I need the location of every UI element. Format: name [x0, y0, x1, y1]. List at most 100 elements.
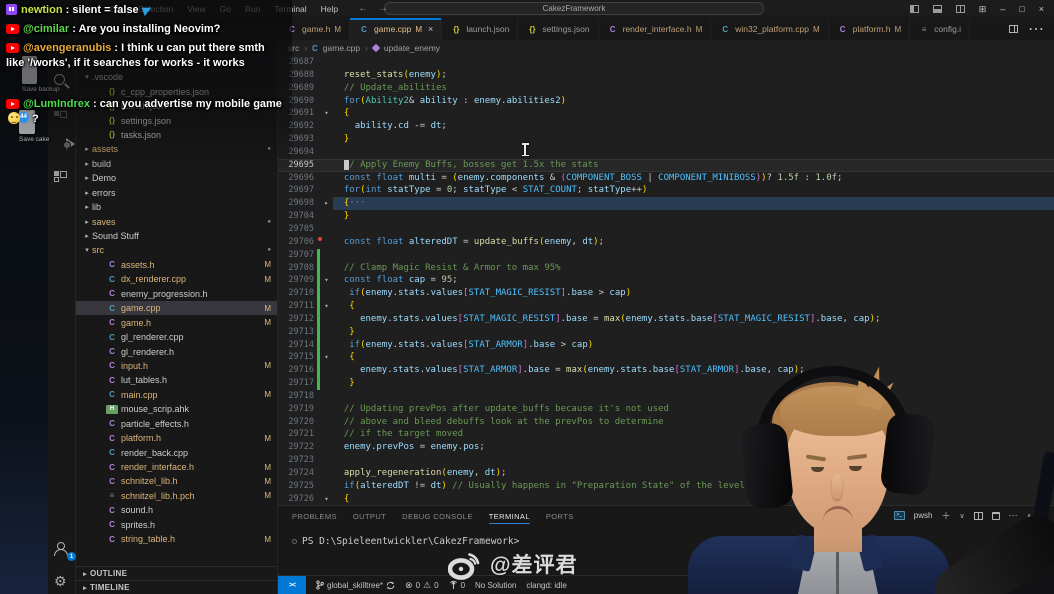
- breadcrumb-file[interactable]: game.cpp: [323, 43, 360, 53]
- editor-more-actions-icon[interactable]: ⋯: [1028, 19, 1044, 39]
- remote-indicator[interactable]: ><: [278, 576, 306, 594]
- tree-file-schnitzel_lib.h[interactable]: Cschnitzel_lib.h M: [76, 474, 277, 488]
- folder-chevron-icon[interactable]: ▾: [82, 246, 92, 254]
- menu-run[interactable]: Run: [239, 2, 267, 16]
- code-line-29690[interactable]: 29690 for(Ability2& ability : enemy.abil…: [278, 95, 1054, 108]
- tree-file-sound.h[interactable]: Csound.h: [76, 503, 277, 517]
- tree-file-render_back.cpp[interactable]: Crender_back.cpp: [76, 445, 277, 459]
- code-line-29687[interactable]: 29687: [278, 56, 1054, 69]
- tree-file-schnitzel_lib.h.pch[interactable]: ≡ schnitzel_lib.h.pch M: [76, 489, 277, 503]
- tree-folder-Sound Stuff[interactable]: ▸ Sound Stuff: [76, 229, 277, 243]
- breadcrumb[interactable]: src › C game.cpp › update_enemy: [278, 40, 1054, 56]
- tree-file-gl_renderer.cpp[interactable]: Cgl_renderer.cpp: [76, 330, 277, 344]
- code-line-29724[interactable]: 29724 apply_regeneration(enemy, dt);: [278, 467, 1054, 480]
- toggle-splitview-icon[interactable]: [955, 5, 965, 13]
- panel-tab-terminal[interactable]: TERMINAL: [488, 506, 531, 526]
- code-line-29693[interactable]: 29693 }: [278, 133, 1054, 146]
- folder-chevron-icon[interactable]: ▸: [82, 174, 92, 182]
- menu-edit[interactable]: Edit: [104, 2, 131, 16]
- code-line-29711[interactable]: 29711 ▾ {: [278, 300, 1054, 313]
- code-line-29696[interactable]: 29696 const float multi = (enemy.compone…: [278, 172, 1054, 185]
- fold-chevron-icon[interactable]: ▸: [320, 197, 333, 210]
- code-line-29719[interactable]: 29719 // Updating prevPos after update_b…: [278, 403, 1054, 416]
- search-icon[interactable]: [54, 74, 70, 90]
- clangd-status-item[interactable]: clangd: idle: [526, 581, 566, 590]
- more-actions-icon[interactable]: ⋯: [1009, 510, 1018, 521]
- back-arrow-icon[interactable]: ←: [358, 3, 368, 14]
- settings-gear-icon[interactable]: ⚙: [54, 574, 70, 590]
- code-line-29698[interactable]: 29698 ▸ {···: [278, 197, 1054, 211]
- menu-go[interactable]: Go: [214, 2, 237, 16]
- tab-launch.json[interactable]: {} launch.json: [442, 18, 519, 40]
- code-line-29706[interactable]: 29706 const float alteredDT = update_buf…: [278, 236, 1054, 249]
- code-editor[interactable]: 29687 29688 reset_stats(enemy); 29689 // U…: [278, 56, 1054, 505]
- run-debug-icon[interactable]: [54, 138, 75, 154]
- folder-chevron-icon[interactable]: ▸: [82, 203, 92, 211]
- code-line-29697[interactable]: 29697 for(int statType = 0; statType < S…: [278, 184, 1054, 197]
- git-branch-item[interactable]: global_skilltree*: [316, 580, 395, 590]
- ports-item[interactable]: 0: [449, 580, 465, 590]
- fold-chevron-icon[interactable]: ▾: [320, 300, 333, 313]
- code-line-29718[interactable]: 29718: [278, 390, 1054, 403]
- tree-file-settings.json[interactable]: {} settings.json: [76, 113, 277, 127]
- menu-selection[interactable]: Selection: [132, 2, 179, 16]
- code-line-29709[interactable]: 29709 ▾ const float cap = 95;: [278, 274, 1054, 288]
- terminal-dropdown-icon[interactable]: ∨: [959, 512, 964, 520]
- panel-tab-output[interactable]: OUTPUT: [353, 506, 386, 526]
- tree-folder-errors[interactable]: ▸ errors: [76, 186, 277, 200]
- panel-tab-ports[interactable]: PORTS: [546, 506, 574, 526]
- tree-file-launch.json[interactable]: {} launch.json: [76, 99, 277, 113]
- tab-render_interface.h[interactable]: Crender_interface.h M: [598, 18, 712, 40]
- tree-file-lut_tables.h[interactable]: Clut_tables.h: [76, 373, 277, 387]
- customize-layout-icon[interactable]: ⊞: [979, 4, 987, 15]
- tree-folder-.vscode[interactable]: ▾ .vscode: [76, 70, 277, 84]
- tree-folder-src[interactable]: ▾ src ●: [76, 243, 277, 257]
- tree-file-render_interface.h[interactable]: Crender_interface.h M: [76, 460, 277, 474]
- close-button[interactable]: ×: [1039, 4, 1044, 14]
- code-line-29723[interactable]: 29723: [278, 454, 1054, 467]
- code-line-29705[interactable]: 29705: [278, 223, 1054, 236]
- problems-item[interactable]: ⊗ 0 ⚠ 0: [405, 580, 439, 591]
- tree-folder-saves[interactable]: ▸ saves ●: [76, 214, 277, 228]
- language-mode-item[interactable]: C++: [960, 581, 975, 590]
- folder-chevron-icon[interactable]: ▸: [82, 160, 92, 168]
- minimize-button[interactable]: –: [1000, 4, 1005, 14]
- kill-terminal-icon[interactable]: [991, 511, 1000, 520]
- code-line-29715[interactable]: 29715 ▾ {: [278, 351, 1054, 365]
- code-line-29713[interactable]: 29713 }: [278, 325, 1054, 339]
- menu-view[interactable]: View: [181, 2, 211, 16]
- tab-game.h[interactable]: Cgame.h M: [278, 18, 351, 40]
- tree-folder-Demo[interactable]: ▸ Demo: [76, 171, 277, 185]
- breadcrumb-symbol[interactable]: update_enemy: [384, 43, 440, 53]
- code-line-29704[interactable]: 29704 }: [278, 210, 1054, 223]
- code-line-29692[interactable]: 29692 ability.cd -= dt;: [278, 120, 1054, 133]
- terminal-content[interactable]: PS D:\Spieleentwickler\CakezFramework>: [278, 526, 1054, 547]
- tree-file-assets.h[interactable]: Cassets.h M: [76, 258, 277, 272]
- command-center[interactable]: CakezFramework: [384, 2, 764, 15]
- code-line-29717[interactable]: 29717 }: [278, 377, 1054, 390]
- split-terminal-icon[interactable]: [973, 511, 983, 520]
- tree-file-platform.h[interactable]: Cplatform.h M: [76, 431, 277, 445]
- extensions-icon[interactable]: [54, 168, 70, 184]
- code-line-29694[interactable]: 29694: [278, 146, 1054, 159]
- fold-chevron-icon[interactable]: ▾: [320, 351, 333, 364]
- tree-folder-assets[interactable]: ▸ assets ●: [76, 142, 277, 156]
- tree-file-c_cpp_properties.json[interactable]: {} c_cpp_properties.json: [76, 84, 277, 98]
- tree-file-input.h[interactable]: Cinput.h M: [76, 359, 277, 373]
- code-line-29712[interactable]: 29712 enemy.stats.values[STAT_MAGIC_RESI…: [278, 312, 1054, 326]
- code-line-29714[interactable]: 29714 if(enemy.stats.values[STAT_ARMOR].…: [278, 338, 1054, 352]
- maximize-button[interactable]: □: [1019, 4, 1024, 14]
- folder-chevron-icon[interactable]: ▸: [82, 145, 92, 153]
- go-live-item[interactable]: Go Live: [987, 581, 1027, 590]
- tree-folder-lib[interactable]: ▸ lib: [76, 200, 277, 214]
- code-line-29688[interactable]: 29688 reset_stats(enemy);: [278, 69, 1054, 82]
- code-line-29716[interactable]: 29716 enemy.stats.values[STAT_ARMOR].bas…: [278, 364, 1054, 378]
- code-line-29707[interactable]: 29707: [278, 248, 1054, 262]
- code-line-29725[interactable]: 29725 if(alteredDT != dt) // Usually hap…: [278, 480, 1054, 493]
- forward-arrow-icon[interactable]: →: [378, 3, 388, 14]
- folder-chevron-icon[interactable]: ▸: [82, 232, 92, 240]
- tree-file-game.cpp[interactable]: Cgame.cpp M: [76, 301, 277, 316]
- breadcrumb-folder[interactable]: src: [288, 43, 299, 53]
- source-control-icon[interactable]: [54, 108, 70, 124]
- tree-file-game.h[interactable]: Cgame.h M: [76, 315, 277, 329]
